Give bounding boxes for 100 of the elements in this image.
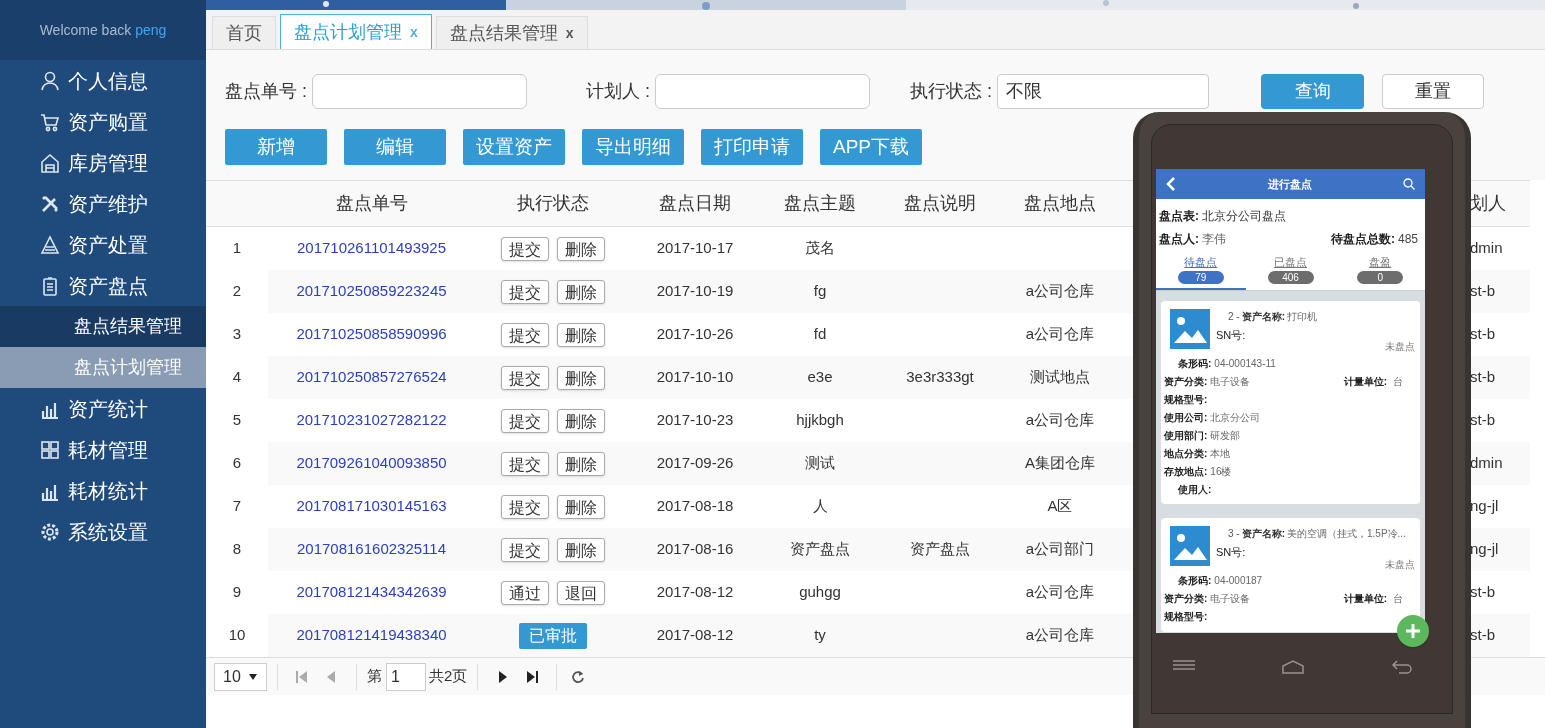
order-link[interactable]: 201710261101493925: [296, 237, 447, 260]
field-value: 电子设备: [1210, 374, 1251, 389]
field-value: 研发部: [1210, 428, 1241, 443]
input-field[interactable]: [655, 74, 871, 109]
row-button[interactable]: 删除: [556, 365, 605, 390]
row-number: 8: [206, 528, 268, 571]
field-value: 打印机: [1287, 309, 1317, 324]
clipboard-icon: [40, 275, 60, 296]
sidebar-item[interactable]: 资产盘点: [0, 265, 206, 306]
sidebar-subitem[interactable]: 盘点结果管理: [0, 306, 206, 347]
sidebar-item[interactable]: 资产处置: [0, 224, 206, 265]
order-link[interactable]: 201708121434342639: [296, 581, 447, 604]
sidebar-item[interactable]: 耗材统计: [0, 470, 206, 511]
table-cell-text: fg: [813, 281, 827, 302]
state-text: 未盘点: [1385, 557, 1415, 572]
count-badge: 79: [1177, 270, 1224, 284]
row-button[interactable]: 退回: [556, 580, 605, 605]
row-button[interactable]: 通过: [500, 580, 549, 605]
table-cell-text: st-b: [1470, 410, 1495, 431]
column-header: 盘点说明: [903, 192, 977, 215]
tab[interactable]: 盘点结果管理 x: [435, 16, 588, 49]
first-page-icon: [296, 670, 308, 683]
table-cell-text: ng-jl: [1470, 496, 1499, 517]
field-value: 04-000187: [1214, 574, 1263, 588]
row-button[interactable]: 提交: [500, 408, 549, 433]
row-button[interactable]: 提交: [500, 279, 549, 304]
info-label: 待盘点总数:: [1330, 231, 1395, 248]
close-icon[interactable]: x: [565, 22, 574, 44]
row-button[interactable]: 删除: [556, 408, 605, 433]
status-dropdown[interactable]: 不限: [997, 74, 1210, 109]
table-cell-text: st-b: [1470, 324, 1495, 345]
previous-page-icon: [326, 670, 336, 683]
row-number: 10: [206, 614, 268, 657]
info-value: 李伟: [1202, 231, 1226, 248]
row-button[interactable]: 提交: [500, 494, 549, 519]
sidebar-item[interactable]: 库房管理: [0, 142, 206, 183]
field-value: 台: [1393, 592, 1403, 606]
order-link[interactable]: 201709261040093850: [296, 452, 447, 475]
row-button[interactable]: 提交: [500, 451, 549, 476]
row-button[interactable]: 提交: [500, 236, 549, 261]
table-cell-text: 资产盘点: [790, 539, 850, 560]
asset-card: 2 - 资产名称: 打印机 SN号: 未盘点 条形码: 04-000143-11 资产分类: 电子设备 计量单位: 台 规格型号: 使用公司: 北京分公司 使用部门: 研发部 地点分类: 本地 存放地点: 16楼 使用人:: [1161, 300, 1420, 504]
row-button[interactable]: 删除: [556, 494, 605, 519]
refresh-icon: [571, 669, 586, 684]
table-cell-text: e3e: [807, 367, 833, 388]
screen-tab[interactable]: 盘盈 0: [1335, 254, 1425, 290]
page-input[interactable]: 1: [386, 662, 426, 691]
screen-tab[interactable]: 待盘点 79: [1156, 254, 1246, 290]
row-button[interactable]: 删除: [556, 537, 605, 562]
row-button[interactable]: 提交: [500, 365, 549, 390]
order-link[interactable]: 201710250857276524: [296, 366, 447, 389]
welcome-text: Welcome back peng: [0, 0, 206, 60]
screen-tab[interactable]: 已盘点 406: [1245, 254, 1336, 290]
info-label: 盘点表:: [1159, 208, 1199, 225]
last-page-icon: [526, 670, 539, 683]
table-cell-text: 2017-10-10: [656, 367, 734, 388]
sidebar-item[interactable]: 个人信息: [0, 60, 206, 101]
table-cell-text: A集团仓库: [1025, 453, 1095, 474]
input-field[interactable]: [312, 74, 527, 109]
table-cell-text: st-b: [1470, 281, 1495, 302]
column-header: 盘点单号: [334, 192, 409, 215]
field-label: SN号:: [1216, 545, 1246, 560]
field-label: 条形码:: [1178, 574, 1212, 588]
row-button[interactable]: 提交: [500, 537, 549, 562]
sidebar-item[interactable]: 资产维护: [0, 183, 206, 224]
image-icon: [1170, 308, 1210, 349]
table-cell-text: 测试地点: [1030, 367, 1090, 388]
tab[interactable]: 首页: [212, 16, 276, 49]
field-value: 04-000143-11: [1214, 356, 1276, 371]
row-button[interactable]: 删除: [556, 451, 605, 476]
caret-icon: [248, 673, 257, 680]
order-link[interactable]: 201708121419438340: [296, 624, 447, 647]
order-link[interactable]: 201710250858590996: [296, 323, 447, 346]
row-button[interactable]: 删除: [556, 236, 605, 261]
status-badge: 已审批: [518, 622, 587, 649]
table-cell-text: dmin: [1470, 238, 1503, 259]
table-cell-text: 2017-08-12: [656, 625, 734, 646]
sidebar-item[interactable]: 资产购置: [0, 101, 206, 142]
row-button[interactable]: 删除: [556, 322, 605, 347]
page-size-dropdown[interactable]: 10: [214, 662, 267, 691]
field-label: 使用公司:: [1164, 410, 1208, 425]
sidebar-item[interactable]: 资产统计: [0, 388, 206, 429]
field-label: 资产名称:: [1241, 309, 1285, 324]
field-label: 计量单位:: [1343, 592, 1387, 606]
table-cell-text: 茂名: [805, 238, 835, 259]
table-cell-text: dmin: [1470, 453, 1503, 474]
table-cell-text: st-b: [1470, 582, 1495, 603]
state-text: 未盘点: [1385, 340, 1415, 354]
sidebar-item[interactable]: 系统设置: [0, 511, 206, 552]
reset-button[interactable]: 重置: [1382, 74, 1485, 109]
order-link[interactable]: 201710231027282122: [296, 409, 447, 432]
order-link[interactable]: 201710250859223245: [296, 280, 447, 303]
row-button[interactable]: 删除: [556, 279, 605, 304]
field-label: 计量单位:: [1343, 374, 1387, 389]
image-icon: [1170, 526, 1210, 566]
row-button[interactable]: 提交: [500, 322, 549, 347]
sidebar-item[interactable]: 耗材管理: [0, 429, 206, 470]
order-link[interactable]: 201708171030145163: [296, 495, 447, 518]
column-header: 划人: [1470, 192, 1507, 215]
order-link[interactable]: 201708161602325114: [296, 538, 447, 561]
